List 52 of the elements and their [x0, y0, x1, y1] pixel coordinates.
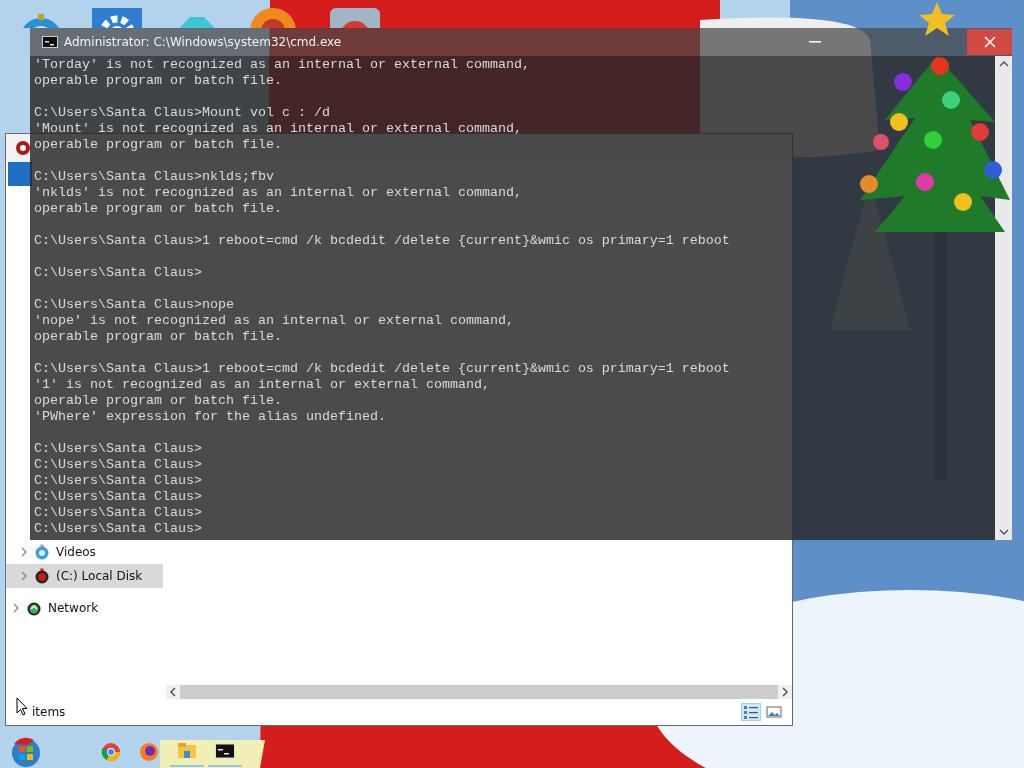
console-line: operable program or batch file.: [34, 137, 283, 153]
network-icon: [26, 600, 42, 617]
disk-icon: [15, 139, 31, 156]
nav-item[interactable]: (C:) Local Disk: [6, 564, 163, 589]
console-line: C:\Users\Santa Claus>: [34, 505, 203, 521]
console-line: C:\Users\Santa Claus>1 reboot=cmd /k bcdedit /delete {current}&wmic os primary=1 reboot: [34, 361, 731, 377]
chevron-icon[interactable]: [20, 571, 28, 582]
vertical-scrollbar[interactable]: [995, 56, 1012, 540]
disk-icon: [34, 568, 50, 585]
fox-icon: [139, 742, 159, 762]
mouse-pointer-icon: [16, 697, 28, 716]
console-line: 'Mount' is not recognized as an internal or external command,: [34, 121, 523, 137]
console-line: 'nope' is not recognized as an internal or external command,: [34, 313, 515, 329]
console-line: C:\Users\Santa Claus>: [34, 457, 203, 473]
horizontal-scrollbar[interactable]: [166, 685, 792, 700]
console-line: 'nklds' is not recognized as an internal or external command,: [34, 185, 523, 201]
scroll-down-icon[interactable]: [998, 528, 1009, 536]
details-view-button[interactable]: [741, 703, 761, 721]
item-count: items: [32, 705, 67, 719]
console-line: 'Torday' is not recognized as an internal or external command,: [34, 57, 531, 73]
console-icon: [42, 36, 58, 48]
console-line: operable program or batch file.: [34, 73, 283, 89]
console-line: C:\Users\Santa Claus>nklds;fbv: [34, 169, 275, 185]
console-line: C:\Users\Santa Claus>1 reboot=cmd /k bcdedit /delete {current}&wmic os primary=1 reboot: [34, 233, 731, 249]
nav-item[interactable]: Videos: [6, 540, 163, 565]
console-line: C:\Users\Santa Claus>: [34, 441, 203, 457]
console-line: C:\Users\Santa Claus>nope: [34, 297, 235, 313]
chevron-icon[interactable]: [12, 603, 20, 614]
folder-icon: [177, 741, 197, 761]
console-line: operable program or batch file.: [34, 201, 283, 217]
console-line: operable program or batch file.: [34, 393, 283, 409]
close-icon: [983, 36, 996, 48]
console-icon: [215, 741, 235, 761]
console-line: operable program or batch file.: [34, 329, 283, 345]
large-icons-view-button[interactable]: [764, 703, 784, 721]
gear-icon[interactable]: [92, 8, 142, 28]
ornament-icon: [34, 544, 50, 561]
window-title: Administrator: C:\Windows\system32\cmd.exe: [64, 35, 343, 49]
console-line: C:\Users\Santa Claus>: [34, 265, 203, 281]
browser-icon: [101, 742, 121, 762]
console-line: C:\Users\Santa Claus>Mount vol c : /d: [34, 105, 331, 121]
minimize-icon: [808, 41, 821, 43]
console-line: '1' is not recognized as an internal or external command,: [34, 377, 491, 393]
console-line: C:\Users\Santa Claus>: [34, 489, 203, 505]
nav-item[interactable]: Network: [6, 596, 163, 621]
scroll-up-icon[interactable]: [998, 60, 1009, 68]
star-icon: [919, 2, 955, 36]
close-button[interactable]: [967, 29, 1012, 55]
console-line: 'PWhere' expression for the alias undefined.: [34, 409, 387, 425]
chevron-icon[interactable]: [20, 547, 28, 558]
console-line: C:\Users\Santa Claus>: [34, 473, 203, 489]
console-line: C:\Users\Santa Claus>: [34, 521, 203, 537]
